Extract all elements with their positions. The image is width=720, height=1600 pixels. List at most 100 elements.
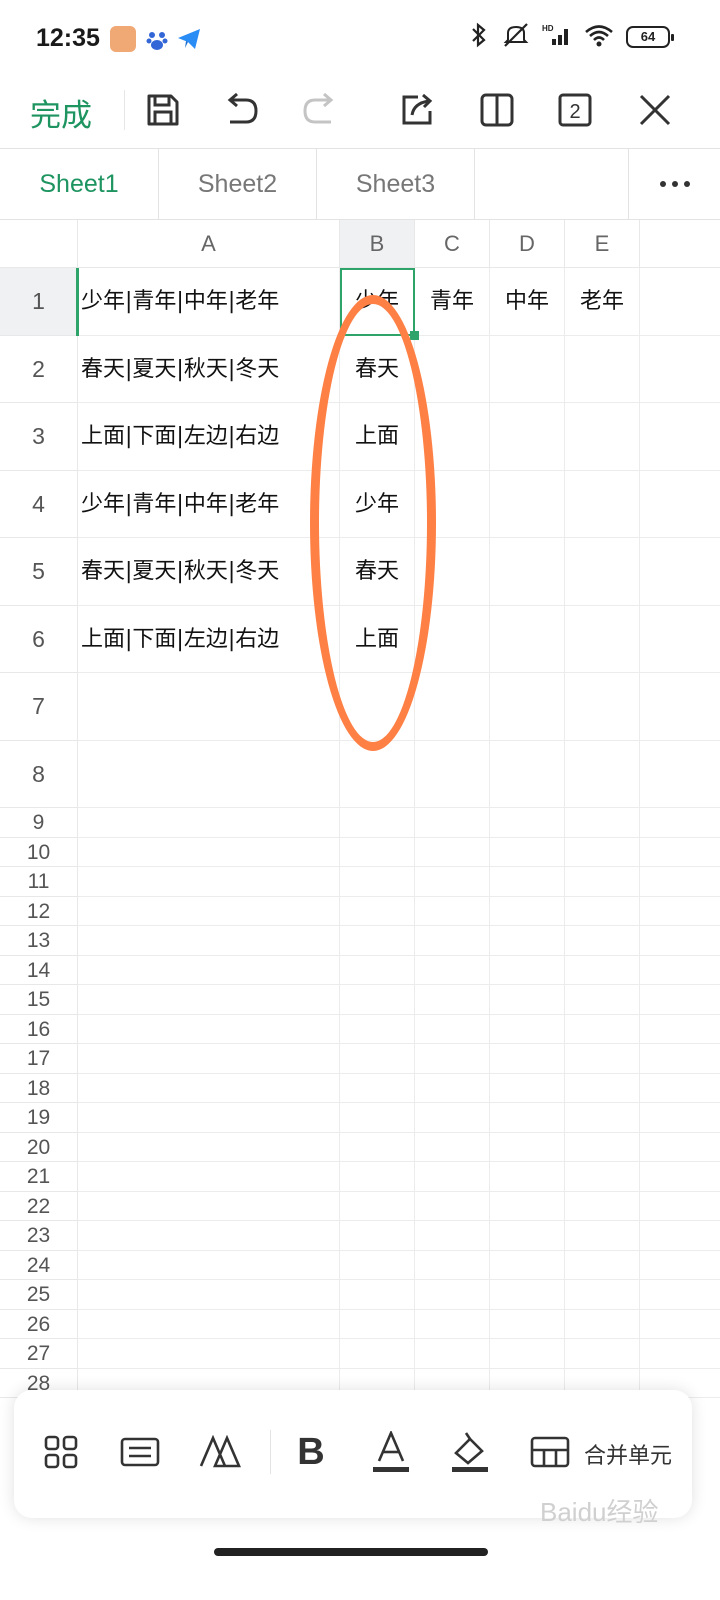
- cell-b11[interactable]: [340, 867, 415, 897]
- cell-e15[interactable]: [565, 985, 640, 1015]
- cell-c10[interactable]: [415, 837, 490, 867]
- cell-blank[interactable]: [640, 471, 720, 538]
- row-header-22[interactable]: 22: [0, 1191, 78, 1221]
- cell-a14[interactable]: [78, 955, 340, 985]
- save-icon[interactable]: [141, 88, 185, 132]
- cell-blank[interactable]: [640, 1192, 720, 1221]
- cell-blank[interactable]: [640, 268, 720, 336]
- cell-blank[interactable]: [640, 1251, 720, 1280]
- cell-c9[interactable]: [415, 808, 490, 838]
- cell-c13[interactable]: [415, 926, 490, 956]
- cell-e23[interactable]: [565, 1221, 640, 1251]
- fill-handle[interactable]: [410, 330, 419, 340]
- cell-blank[interactable]: [640, 1103, 720, 1133]
- cell-e18[interactable]: [565, 1073, 640, 1103]
- cell-d2[interactable]: [490, 335, 565, 403]
- merge-cells-icon[interactable]: [528, 1430, 572, 1474]
- row-header-20[interactable]: 20: [0, 1132, 78, 1162]
- cell-a2[interactable]: 春天|夏天|秋天|冬天: [78, 335, 340, 403]
- row-header-26[interactable]: 26: [0, 1309, 78, 1339]
- cell-c19[interactable]: [415, 1103, 490, 1133]
- cell-d1[interactable]: 中年: [490, 268, 565, 336]
- cell-blank[interactable]: [640, 1221, 720, 1251]
- cell-a3[interactable]: 上面|下面|左边|右边: [78, 403, 340, 471]
- cell-blank[interactable]: [640, 926, 720, 956]
- cell-blank[interactable]: [640, 403, 720, 471]
- cell-b8[interactable]: [340, 740, 415, 808]
- cell-blank[interactable]: [640, 1044, 720, 1074]
- cell-a12[interactable]: [78, 896, 340, 926]
- cell-d16[interactable]: [490, 1014, 565, 1044]
- row-header-13[interactable]: 13: [0, 926, 78, 956]
- cell-a19[interactable]: [78, 1103, 340, 1133]
- cell-blank[interactable]: [640, 336, 720, 403]
- cell-blank[interactable]: [640, 985, 720, 1015]
- cell-blank[interactable]: [640, 606, 720, 673]
- column-header-b[interactable]: B: [340, 220, 415, 268]
- row-header-27[interactable]: 27: [0, 1339, 78, 1369]
- cell-b21[interactable]: [340, 1162, 415, 1192]
- cell-b16[interactable]: [340, 1014, 415, 1044]
- cell-e11[interactable]: [565, 867, 640, 897]
- cell-blank[interactable]: [640, 808, 720, 838]
- cell-blank[interactable]: [640, 1074, 720, 1103]
- cell-d9[interactable]: [490, 808, 565, 838]
- row-header-7[interactable]: 7: [0, 673, 78, 741]
- cell-blank[interactable]: [640, 1280, 720, 1310]
- cell-d27[interactable]: [490, 1339, 565, 1369]
- done-button[interactable]: 完成: [30, 90, 92, 135]
- cell-e8[interactable]: [565, 740, 640, 808]
- cell-d18[interactable]: [490, 1073, 565, 1103]
- row-header-2[interactable]: 2: [0, 335, 78, 403]
- cell-e6[interactable]: [565, 605, 640, 673]
- cell-d8[interactable]: [490, 740, 565, 808]
- cell-b22[interactable]: [340, 1191, 415, 1221]
- row-header-6[interactable]: 6: [0, 605, 78, 673]
- cell-d15[interactable]: [490, 985, 565, 1015]
- cell-b25[interactable]: [340, 1280, 415, 1310]
- cell-blank[interactable]: [640, 838, 720, 867]
- cell-d6[interactable]: [490, 605, 565, 673]
- column-header-d[interactable]: D: [490, 220, 565, 268]
- cell-c7[interactable]: [415, 673, 490, 741]
- row-header-4[interactable]: 4: [0, 470, 78, 538]
- cell-blank[interactable]: [640, 1310, 720, 1339]
- row-header-14[interactable]: 14: [0, 955, 78, 985]
- cell-c11[interactable]: [415, 867, 490, 897]
- cell-b9[interactable]: [340, 808, 415, 838]
- row-header-24[interactable]: 24: [0, 1250, 78, 1280]
- cell-c12[interactable]: [415, 896, 490, 926]
- cell-a4[interactable]: 少年|青年|中年|老年: [78, 470, 340, 538]
- cell-a1[interactable]: 少年|青年|中年|老年: [78, 268, 340, 336]
- row-header-15[interactable]: 15: [0, 985, 78, 1015]
- cell-d10[interactable]: [490, 837, 565, 867]
- cell-e20[interactable]: [565, 1132, 640, 1162]
- row-header-3[interactable]: 3: [0, 403, 78, 471]
- cell-blank[interactable]: [640, 1339, 720, 1369]
- keyboard-icon[interactable]: [118, 1430, 162, 1474]
- cell-b20[interactable]: [340, 1132, 415, 1162]
- row-header-5[interactable]: 5: [0, 538, 78, 606]
- cell-blank[interactable]: [640, 956, 720, 985]
- cell-c17[interactable]: [415, 1044, 490, 1074]
- row-header-10[interactable]: 10: [0, 837, 78, 867]
- cell-c26[interactable]: [415, 1309, 490, 1339]
- cell-d11[interactable]: [490, 867, 565, 897]
- cell-d25[interactable]: [490, 1280, 565, 1310]
- undo-icon[interactable]: [219, 88, 263, 132]
- tab-sheet3[interactable]: Sheet3: [317, 149, 475, 219]
- cell-e1[interactable]: 老年: [565, 268, 640, 336]
- row-header-19[interactable]: 19: [0, 1103, 78, 1133]
- cell-d19[interactable]: [490, 1103, 565, 1133]
- cell-c25[interactable]: [415, 1280, 490, 1310]
- cell-e22[interactable]: [565, 1191, 640, 1221]
- cell-e17[interactable]: [565, 1044, 640, 1074]
- tab-sheet2[interactable]: Sheet2: [159, 149, 317, 219]
- cell-a15[interactable]: [78, 985, 340, 1015]
- cell-e27[interactable]: [565, 1339, 640, 1369]
- cell-e19[interactable]: [565, 1103, 640, 1133]
- spreadsheet-grid[interactable]: A B C D E 1 少年|青年|中年|老年 少年 青年 中年 老年 2 春天|夏天|秋天|冬天 春天 3…: [0, 220, 720, 1400]
- style-icon[interactable]: [198, 1430, 242, 1474]
- row-header-16[interactable]: 16: [0, 1014, 78, 1044]
- cell-blank[interactable]: [640, 897, 720, 926]
